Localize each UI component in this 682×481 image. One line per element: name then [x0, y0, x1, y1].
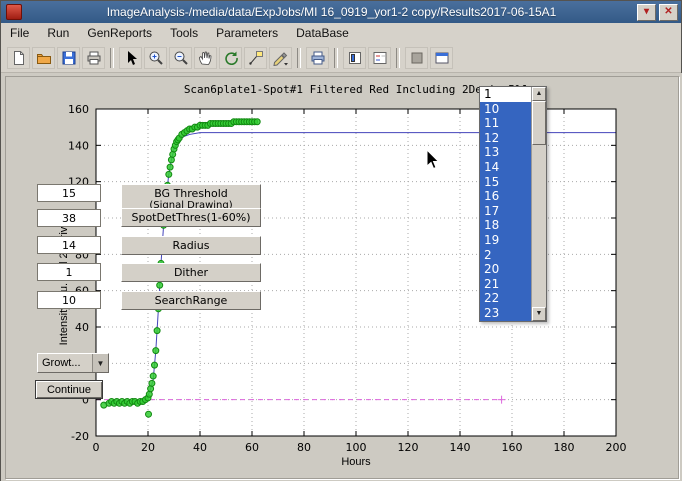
list-item-13[interactable]: 13	[480, 145, 531, 160]
toolbar-separator	[110, 48, 114, 68]
list-item-1[interactable]: 1	[480, 87, 531, 102]
list-item-2[interactable]: 2	[480, 248, 531, 263]
dropdown-items: 110111213141516171819220212223	[480, 87, 531, 321]
radius-button[interactable]: Radius	[121, 236, 261, 255]
scrollbar-thumb[interactable]	[532, 101, 546, 145]
spot-det-thres-input[interactable]	[37, 209, 101, 227]
insert-colorbar-icon[interactable]	[343, 47, 366, 69]
list-item-11[interactable]: 11	[480, 116, 531, 131]
x-tick-label: 100	[346, 441, 367, 454]
list-item-12[interactable]: 12	[480, 131, 531, 146]
scroll-down-icon[interactable]: ▼	[532, 307, 546, 321]
data-point	[157, 282, 163, 288]
data-point	[254, 119, 260, 125]
data-point	[149, 380, 155, 386]
scrollbar-track[interactable]	[532, 145, 546, 307]
bg-threshold-label: BG Threshold	[154, 187, 228, 200]
save-icon[interactable]	[57, 47, 80, 69]
data-point	[167, 164, 173, 170]
number-dropdown-list: 110111213141516171819220212223 ▲ ▼	[479, 86, 547, 322]
toolbar-separator	[334, 48, 338, 68]
x-tick-label: 140	[450, 441, 471, 454]
menu-bar: File Run GenReports Tools Parameters Dat…	[1, 23, 681, 44]
window-layout-icon[interactable]	[430, 47, 453, 69]
list-item-19[interactable]: 19	[480, 233, 531, 248]
chevron-down-icon[interactable]: ▼	[92, 354, 108, 372]
list-item-17[interactable]: 17	[480, 204, 531, 219]
data-point	[150, 373, 156, 379]
list-scrollbar[interactable]: ▲ ▼	[531, 87, 546, 321]
x-tick-label: 160	[502, 441, 523, 454]
x-tick-label: 60	[245, 441, 259, 454]
data-point	[166, 171, 172, 177]
menu-file[interactable]: File	[1, 24, 38, 42]
menu-run[interactable]: Run	[38, 24, 78, 42]
growth-select-value: Growt...	[38, 357, 92, 369]
list-item-21[interactable]: 21	[480, 277, 531, 292]
close-button[interactable]: ✕	[659, 4, 678, 21]
list-item-22[interactable]: 22	[480, 291, 531, 306]
x-tick-label: 200	[606, 441, 627, 454]
print-icon[interactable]	[82, 47, 105, 69]
x-tick-label: 120	[398, 441, 419, 454]
insert-legend-icon[interactable]	[368, 47, 391, 69]
open-folder-icon[interactable]	[32, 47, 55, 69]
list-item-10[interactable]: 10	[480, 102, 531, 117]
brush-icon[interactable]	[269, 47, 292, 69]
y-tick-label: 140	[68, 139, 89, 152]
x-axis-label: Hours	[96, 456, 616, 468]
data-point	[152, 362, 158, 368]
menu-tools[interactable]: Tools	[161, 24, 207, 42]
dither-input[interactable]	[37, 263, 101, 281]
x-tick-label: 0	[93, 441, 100, 454]
print-figure-icon[interactable]	[306, 47, 329, 69]
x-tick-label: 80	[297, 441, 311, 454]
y-tick-label: 40	[75, 321, 89, 334]
window-title: ImageAnalysis-/media/data/ExpJobs/MI 16_…	[26, 5, 637, 19]
search-range-input[interactable]	[37, 291, 101, 309]
minimize-button[interactable]: ▾	[637, 4, 656, 21]
menu-parameters[interactable]: Parameters	[207, 24, 287, 42]
menu-database[interactable]: DataBase	[287, 24, 358, 42]
new-file-icon[interactable]	[7, 47, 30, 69]
dither-button[interactable]: Dither	[121, 263, 261, 282]
growth-select[interactable]: Growt... ▼	[37, 353, 109, 373]
data-point	[146, 411, 152, 417]
list-item-15[interactable]: 15	[480, 175, 531, 190]
radius-input[interactable]	[37, 236, 101, 254]
app-window: ImageAnalysis-/media/data/ExpJobs/MI 16_…	[0, 0, 682, 481]
data-point	[154, 328, 160, 334]
stop-icon[interactable]	[405, 47, 428, 69]
title-bar[interactable]: ImageAnalysis-/media/data/ExpJobs/MI 16_…	[1, 1, 681, 23]
data-cursor-icon[interactable]	[244, 47, 267, 69]
toolbar-separator	[396, 48, 400, 68]
y-tick-label: -20	[71, 430, 89, 443]
list-item-20[interactable]: 20	[480, 262, 531, 277]
menu-genreports[interactable]: GenReports	[78, 24, 161, 42]
continue-button[interactable]: Continue	[35, 380, 103, 399]
x-tick-label: 40	[193, 441, 207, 454]
app-icon[interactable]	[6, 4, 22, 20]
pan-hand-icon[interactable]	[194, 47, 217, 69]
zoom-in-icon[interactable]	[144, 47, 167, 69]
spot-det-thres-button[interactable]: SpotDetThres(1-60%)	[121, 208, 261, 227]
rotate-3d-icon[interactable]	[219, 47, 242, 69]
list-item-16[interactable]: 16	[480, 189, 531, 204]
x-tick-label: 20	[141, 441, 155, 454]
toolbar-separator	[297, 48, 301, 68]
pointer-icon[interactable]	[119, 47, 142, 69]
list-item-14[interactable]: 14	[480, 160, 531, 175]
zoom-out-icon[interactable]	[169, 47, 192, 69]
bg-threshold-input[interactable]	[37, 184, 101, 202]
list-item-23[interactable]: 23	[480, 306, 531, 321]
scroll-up-icon[interactable]: ▲	[532, 87, 546, 101]
x-tick-label: 180	[554, 441, 575, 454]
toolbar	[1, 43, 681, 73]
data-point	[153, 348, 159, 354]
y-tick-label: 160	[68, 103, 89, 116]
figure-area: 020406080100120140160180200-200204060801…	[1, 73, 682, 481]
plot-canvas[interactable]: 020406080100120140160180200-200204060801…	[1, 73, 682, 481]
list-item-18[interactable]: 18	[480, 218, 531, 233]
search-range-button[interactable]: SearchRange	[121, 291, 261, 310]
